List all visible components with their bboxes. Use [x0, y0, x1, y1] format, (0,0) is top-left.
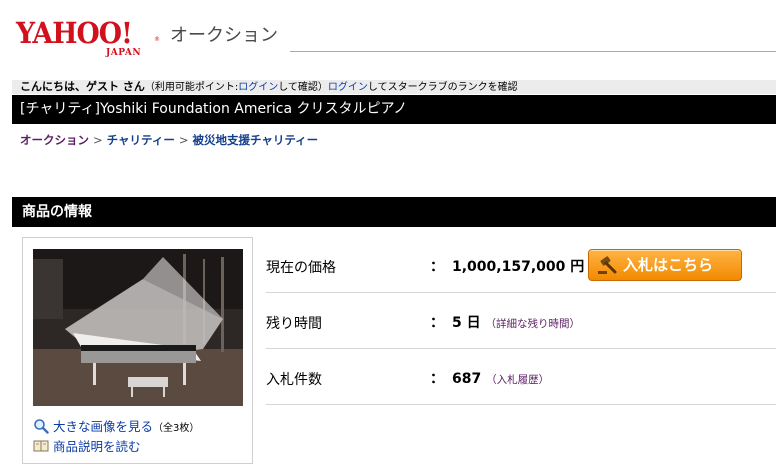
logo-subtext: JAPAN — [106, 48, 142, 58]
yahoo-japan-logo[interactable]: YAHOO! ® JAPAN — [16, 16, 166, 62]
bid-button-label: 入札はこちら — [623, 256, 714, 274]
remaining-time-value: ： 5 日 （詳細な残り時間） — [430, 315, 581, 331]
bid-count-label: 入札件数 — [266, 372, 322, 388]
item-info-table: 現在の価格 ： 1,000,157,000 円 入札はこちら 残り時間 ： 5 日 … — [266, 237, 776, 405]
remaining-time-label: 残り時間 — [266, 316, 322, 332]
remaining-time-detail-link[interactable]: （詳細な残り時間） — [486, 318, 581, 330]
item-title: [チャリティ]Yoshiki Foundation America クリスタルピ… — [12, 95, 776, 124]
greeting-text: こんにちは、ゲスト さん — [20, 80, 145, 93]
breadcrumb-auction[interactable]: オークション — [20, 133, 89, 147]
page-header: YAHOO! ® JAPAN オークション — [0, 0, 776, 80]
item-photo[interactable] — [33, 249, 243, 406]
breadcrumb-separator: > — [93, 133, 103, 147]
enlarge-image-row: 大きな画像を見る（全3枚） — [33, 416, 199, 435]
item-description-link[interactable]: 商品説明を読む — [53, 439, 141, 454]
breadcrumb-separator: > — [178, 133, 189, 147]
gavel-icon — [597, 255, 619, 275]
header-divider — [290, 51, 776, 52]
price-value: ： 1,000,157,000 円 — [430, 259, 585, 275]
item-image-panel: 大きな画像を見る（全3枚） 商品説明を読む — [22, 237, 253, 464]
service-name[interactable]: オークション — [170, 21, 278, 47]
bid-history-link[interactable]: （入札履歴） — [486, 374, 549, 386]
image-count: （全3枚） — [153, 423, 200, 434]
login-link-points[interactable]: ログイン — [238, 82, 278, 93]
price-label: 現在の価格 — [266, 260, 336, 276]
breadcrumb-disaster-charity[interactable]: 被災地支援チャリティー — [192, 133, 318, 147]
bid-button[interactable]: 入札はこちら — [588, 249, 742, 281]
bid-count-value: ： 687 （入札履歴） — [430, 371, 550, 387]
book-icon — [33, 438, 49, 454]
price-row: 現在の価格 ： 1,000,157,000 円 入札はこちら — [266, 237, 776, 293]
section-title: 商品の情報 — [12, 197, 776, 227]
welcome-bar: こんにちは、ゲスト さん（利用可能ポイント:ログインして確認）ログインしてスター… — [12, 80, 776, 94]
login-link-rank[interactable]: ログイン — [328, 82, 368, 93]
points-prefix: （利用可能ポイント: — [144, 82, 239, 93]
breadcrumb-charity[interactable]: チャリティー — [107, 133, 175, 147]
points-suffix: して確認） — [278, 82, 328, 93]
bid-count-row: 入札件数 ： 687 （入札履歴） — [266, 349, 776, 405]
breadcrumb: オークション > チャリティー > 被災地支援チャリティー — [20, 132, 318, 148]
enlarge-image-link[interactable]: 大きな画像を見る — [53, 419, 153, 434]
description-row: 商品説明を読む — [33, 436, 141, 455]
remaining-time-row: 残り時間 ： 5 日 （詳細な残り時間） — [266, 293, 776, 349]
rank-suffix: してスタークラブのランクを確認 — [367, 82, 518, 93]
logo-text: YAHOO! — [16, 16, 133, 50]
magnifier-icon — [33, 418, 49, 434]
